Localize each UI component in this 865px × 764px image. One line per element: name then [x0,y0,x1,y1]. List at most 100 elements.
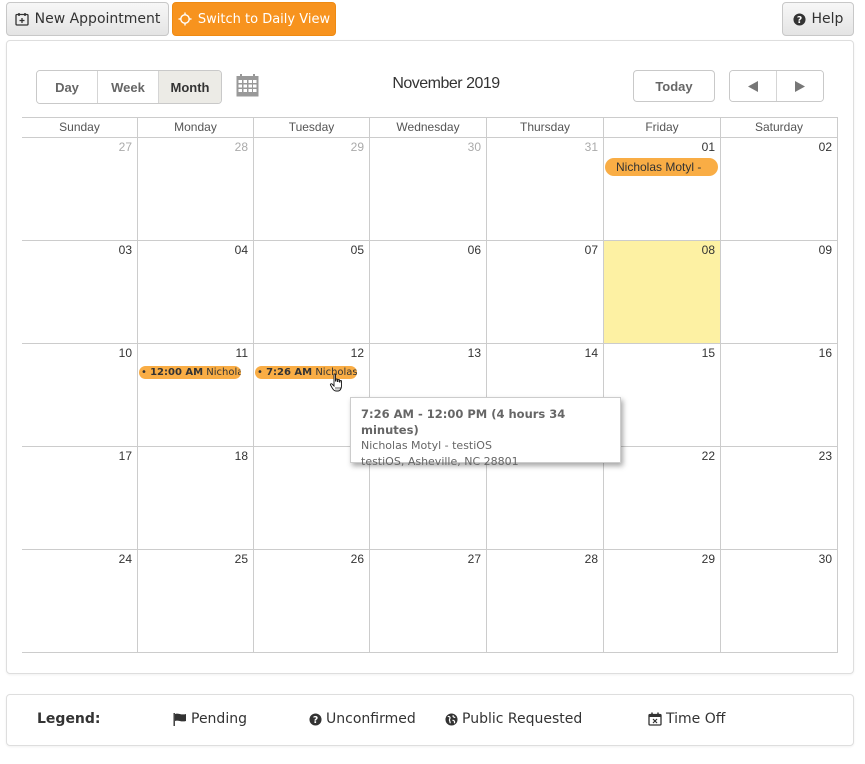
day-cell[interactable]: 30 [370,138,487,240]
day-cell-today[interactable]: 08 [604,241,721,343]
legend-time-off-label: Time Off [666,711,726,727]
day-cell[interactable]: 02 [721,138,838,240]
day-cell[interactable]: 26 [254,550,370,652]
month-grid: Sunday Monday Tuesday Wednesday Thursday… [22,117,838,653]
event-title: Nicholas [206,367,241,378]
day-cell[interactable]: 16 [721,344,838,446]
hand-cursor-icon [329,373,342,392]
day-cell[interactable]: 01 Nicholas Motyl - [604,138,721,240]
tooltip-time-range: 7:26 AM - 12:00 PM (4 hours 34 minutes) [361,407,566,437]
event-chip[interactable]: Nicholas Motyl - [605,158,718,176]
week-row: 24 25 26 27 28 29 30 [22,550,838,653]
day-number: 23 [818,449,832,463]
day-cell[interactable]: 15 [604,344,721,446]
new-appointment-button[interactable]: New Appointment [6,2,169,36]
help-button[interactable]: ? Help [782,2,854,36]
day-cell[interactable]: 03 [22,241,138,343]
triangle-left-icon [748,80,758,92]
day-number: 28 [584,552,598,566]
day-number: 31 [584,140,598,154]
day-cell[interactable]: 17 [22,447,138,549]
day-number: 13 [467,346,481,360]
day-cell[interactable]: 05 [254,241,370,343]
event-chip[interactable]: • 12:00 AM Nicholas [139,366,241,379]
switch-daily-view-button[interactable]: Switch to Daily View [172,2,336,36]
view-day-button[interactable]: Day [37,71,98,103]
day-number: 06 [467,243,481,257]
day-number: 27 [118,140,132,154]
calendar-times-icon [648,712,662,726]
legend-label: Legend: [37,711,101,727]
day-number: 01 [701,140,715,154]
day-number: 10 [118,346,132,360]
day-cell[interactable]: 09 [721,241,838,343]
day-cell[interactable]: 04 [138,241,254,343]
day-cell[interactable]: 23 [721,447,838,549]
flag-icon [173,712,186,726]
legend-public-label: Public Requested [462,711,583,727]
day-cell[interactable]: 22 [604,447,721,549]
today-button[interactable]: Today [633,70,715,102]
event-time: 7:26 AM [266,367,313,378]
day-number: 30 [818,552,832,566]
switch-daily-view-label: Switch to Daily View [197,11,331,27]
legend-item-public-requested: Public Requested [445,711,582,727]
help-label: Help [811,11,844,27]
day-number: 24 [118,552,132,566]
day-number: 04 [234,243,248,257]
sun-icon [178,12,192,26]
day-cell[interactable]: 28 [138,138,254,240]
view-week-button[interactable]: Week [98,71,159,103]
view-month-button[interactable]: Month [159,71,221,103]
month-navigation [729,70,824,102]
day-number: 29 [350,140,364,154]
day-cell[interactable]: 06 [370,241,487,343]
legend-panel [6,694,854,746]
day-cell[interactable]: 18 [138,447,254,549]
tooltip-location: testiOS, Asheville, NC 28801 [361,455,519,468]
day-number: 09 [818,243,832,257]
day-cell[interactable]: 24 [22,550,138,652]
tooltip-client: Nicholas Motyl - testiOS [361,439,492,452]
day-number: 22 [701,449,715,463]
event-title: Nicholas Motyl - [616,160,702,174]
day-number: 28 [234,140,248,154]
day-cell[interactable]: 30 [721,550,838,652]
day-number: 11 [235,346,248,360]
globe-icon [445,712,458,726]
svg-text:?: ? [313,714,318,725]
question-circle-icon: ? [792,12,806,25]
calendar-picker-icon[interactable] [236,74,259,97]
day-cell[interactable]: 25 [138,550,254,652]
day-name: Saturday [721,118,838,137]
day-cell[interactable]: 27 [22,138,138,240]
day-number: 12 [350,346,364,360]
day-number: 16 [818,346,832,360]
day-name: Thursday [487,118,604,137]
day-name: Friday [604,118,721,137]
day-cell[interactable]: 28 [487,550,604,652]
legend-item-time-off: Time Off [648,711,725,727]
legend-pending-label: Pending [191,711,247,727]
triangle-right-icon [795,80,805,92]
question-circle-icon: ? [309,712,322,725]
day-name: Sunday [22,118,138,137]
day-cell[interactable]: 31 [487,138,604,240]
day-cell[interactable]: 27 [370,550,487,652]
new-appointment-label: New Appointment [34,11,161,27]
day-cell[interactable]: 29 [254,138,370,240]
day-cell[interactable]: 10 [22,344,138,446]
legend-item-unconfirmed: ? Unconfirmed [309,711,416,727]
svg-text:?: ? [796,14,801,25]
day-cell[interactable]: 07 [487,241,604,343]
day-cell[interactable]: 11 • 12:00 AM Nicholas [138,344,254,446]
day-number: 03 [118,243,132,257]
day-name: Monday [138,118,254,137]
next-month-button[interactable] [777,71,823,101]
day-number: 15 [701,346,715,360]
day-number: 02 [818,140,832,154]
day-cell[interactable]: 29 [604,550,721,652]
day-name: Tuesday [254,118,370,137]
prev-month-button[interactable] [730,71,777,101]
view-switcher: Day Week Month [36,70,222,104]
